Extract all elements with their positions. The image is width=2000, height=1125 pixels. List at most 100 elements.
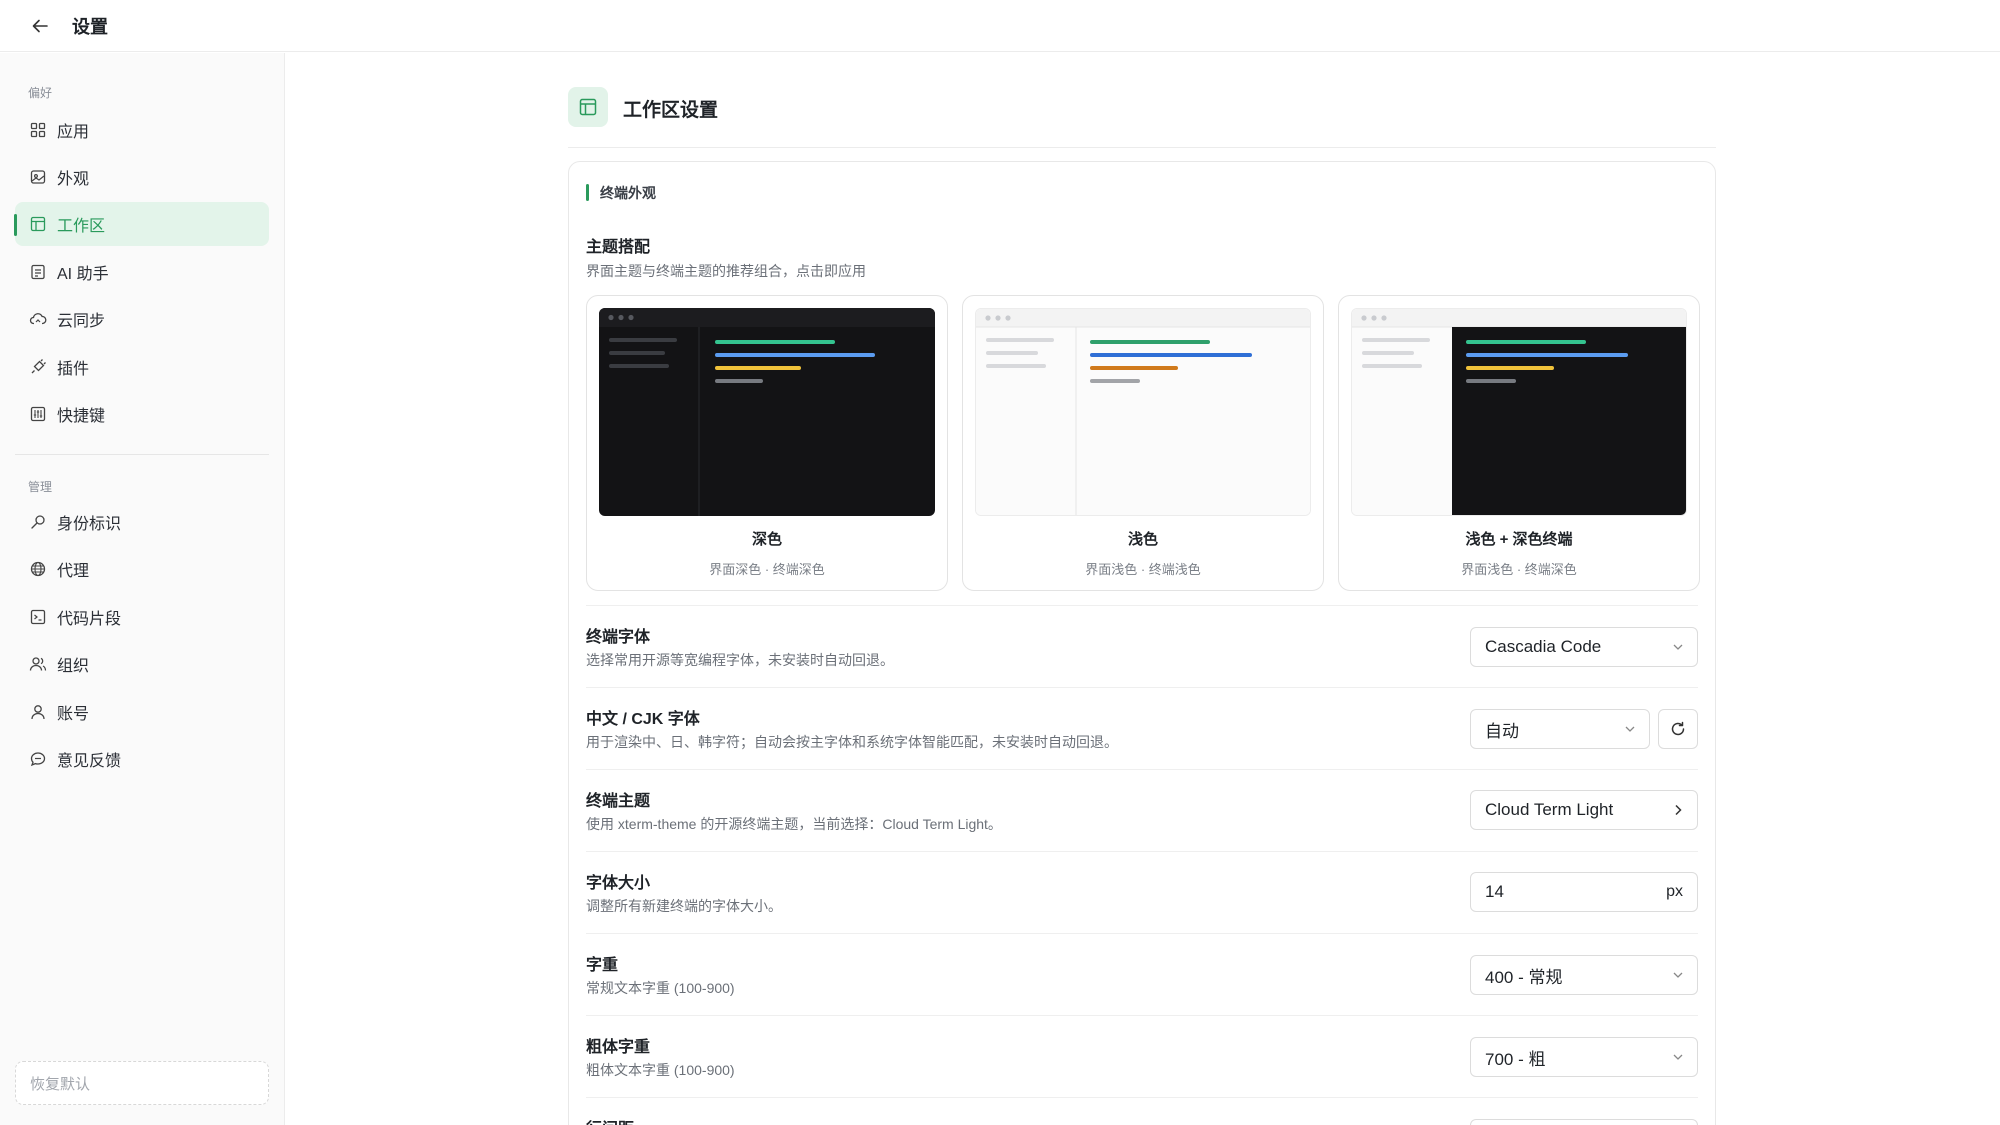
setting-description: 选择常用开源等宽编程字体，未安装时自动回退。 xyxy=(586,652,894,668)
workspace-icon xyxy=(568,87,608,127)
setting-description: 用于渲染中、日、韩字符；自动会按主字体和系统字体智能匹配，未安装时自动回退。 xyxy=(586,734,1118,750)
sidebar-item-label: 工作区 xyxy=(57,218,106,235)
sidebar-item-label: 云同步 xyxy=(57,313,106,330)
theme-name: 浅色 xyxy=(1127,531,1158,548)
setting-row-terminal-theme: 终端主题 使用 xterm-theme 的开源终端主题，当前选择：Cloud T… xyxy=(586,769,1698,851)
theme-preview-dark xyxy=(599,308,935,516)
terminal-icon xyxy=(29,608,47,626)
terminal-theme-picker[interactable]: Cloud Term Light xyxy=(1470,790,1698,830)
setting-description: 使用 xterm-theme 的开源终端主题，当前选择：Cloud Term L… xyxy=(586,816,1002,832)
sidebar-item-identity[interactable]: 身份标识 xyxy=(15,500,269,544)
chevron-right-icon xyxy=(1675,804,1682,816)
setting-row-font-size: 字体大小 调整所有新建终端的字体大小。 px xyxy=(586,851,1698,933)
setting-title: 终端主题 xyxy=(586,793,651,810)
theme-card-light[interactable]: 浅色 界面浅色 · 终端浅色 xyxy=(962,295,1324,591)
user-icon xyxy=(29,703,47,721)
sidebar-item-label: 代理 xyxy=(57,563,90,580)
keyboard-icon xyxy=(29,405,47,423)
sidebar-item-snippets[interactable]: 代码片段 xyxy=(15,595,269,639)
setting-title: 中文 / CJK 字体 xyxy=(586,711,700,728)
terminal-font-select[interactable]: Cascadia Code xyxy=(1470,627,1698,667)
picker-value: Cloud Term Light xyxy=(1485,800,1614,819)
setting-row-cjk-font: 中文 / CJK 字体 用于渲染中、日、韩字符；自动会按主字体和系统字体智能匹配… xyxy=(586,687,1698,769)
sidebar-item-appearance[interactable]: 外观 xyxy=(15,155,269,199)
setting-row-terminal-font: 终端字体 选择常用开源等宽编程字体，未安装时自动回退。 Cascadia Cod… xyxy=(586,605,1698,687)
setting-title: 终端字体 xyxy=(586,629,651,646)
setting-description: 常规文本字重 (100-900) xyxy=(586,980,735,996)
chevron-down-icon xyxy=(1673,644,1683,650)
theme-card-dark[interactable]: 深色 界面深色 · 终端深色 xyxy=(586,295,948,591)
bot-icon xyxy=(29,263,47,281)
setting-description: 调整所有新建终端的字体大小。 xyxy=(586,898,782,914)
back-button[interactable] xyxy=(28,14,52,38)
sidebar-item-workspace[interactable]: 工作区 xyxy=(15,202,269,246)
chevron-down-icon xyxy=(1673,1054,1683,1060)
sidebar-item-shortcuts[interactable]: 快捷键 xyxy=(15,392,269,436)
sidebar-item-plugins[interactable]: 插件 xyxy=(15,345,269,389)
sidebar-item-app[interactable]: 应用 xyxy=(15,108,269,152)
arrow-left-icon xyxy=(32,19,48,33)
bold-weight-select[interactable]: 700 - 粗 xyxy=(1470,1037,1698,1077)
sidebar-item-ai-assistant[interactable]: AI 助手 xyxy=(15,250,269,294)
layout-icon xyxy=(29,215,47,233)
sidebar-item-organization[interactable]: 组织 xyxy=(15,642,269,686)
theme-preview-light xyxy=(975,308,1311,516)
sidebar-item-label: AI 助手 xyxy=(57,266,109,283)
sidebar-item-label: 应用 xyxy=(57,124,90,141)
sidebar-item-label: 意见反馈 xyxy=(57,753,122,770)
setting-title: 粗体字重 xyxy=(586,1039,651,1056)
restore-defaults-button[interactable]: 恢复默认 xyxy=(15,1061,269,1105)
plug-icon xyxy=(29,358,47,376)
sidebar-divider xyxy=(15,454,269,455)
sidebar-item-label: 外观 xyxy=(57,171,90,188)
grid-icon xyxy=(29,121,47,139)
reset-cjk-font-button[interactable] xyxy=(1658,709,1698,749)
select-value: 700 - 粗 xyxy=(1485,1049,1546,1069)
sidebar-item-cloud-sync[interactable]: 云同步 xyxy=(15,297,269,341)
group-label-manage: 管理 xyxy=(28,480,53,494)
page-header-title: 设置 xyxy=(72,17,108,37)
message-icon xyxy=(29,750,47,768)
theme-subtitle: 界面浅色 · 终端浅色 xyxy=(1085,562,1201,577)
globe-icon xyxy=(29,560,47,578)
font-weight-select[interactable]: 400 - 常规 xyxy=(1470,955,1698,995)
users-icon xyxy=(29,655,47,673)
font-size-field[interactable]: px xyxy=(1470,872,1698,912)
sidebar-item-label: 快捷键 xyxy=(57,408,106,425)
line-height-control[interactable] xyxy=(1470,1119,1698,1125)
sidebar-item-label: 组织 xyxy=(57,658,90,675)
top-bar: 设置 xyxy=(0,0,2000,52)
unit-label: px xyxy=(1666,883,1683,900)
theme-combo-title: 主题搭配 xyxy=(586,239,651,256)
sidebar-item-label: 账号 xyxy=(57,706,90,723)
setting-row-line-height: 行间距 xyxy=(586,1097,1698,1125)
select-value: 400 - 常规 xyxy=(1485,967,1563,987)
sidebar-item-proxy[interactable]: 代理 xyxy=(15,547,269,591)
chevron-down-icon xyxy=(1673,972,1683,978)
section-accent-bar xyxy=(586,184,589,201)
select-value: Cascadia Code xyxy=(1485,637,1602,656)
cloud-sync-icon xyxy=(29,310,47,328)
setting-row-font-weight: 字重 常规文本字重 (100-900) 400 - 常规 xyxy=(586,933,1698,1015)
font-size-input[interactable] xyxy=(1485,882,1645,902)
section-title: 终端外观 xyxy=(600,185,656,201)
active-indicator xyxy=(14,214,17,236)
setting-title: 行间距 xyxy=(586,1115,634,1125)
theme-subtitle: 界面深色 · 终端深色 xyxy=(709,562,825,577)
page-title: 工作区设置 xyxy=(623,100,719,121)
theme-card-light-dark-terminal[interactable]: 浅色 + 深色终端 界面浅色 · 终端深色 xyxy=(1338,295,1700,591)
setting-title: 字重 xyxy=(586,957,619,974)
header-divider xyxy=(568,147,1716,148)
theme-name: 深色 xyxy=(751,531,782,548)
theme-name: 浅色 + 深色终端 xyxy=(1465,531,1573,548)
sidebar-item-account[interactable]: 账号 xyxy=(15,690,269,734)
setting-description: 粗体文本字重 (100-900) xyxy=(586,1062,735,1078)
setting-row-bold-weight: 粗体字重 粗体文本字重 (100-900) 700 - 粗 xyxy=(586,1015,1698,1097)
refresh-icon xyxy=(1671,721,1685,736)
theme-combo-description: 界面主题与终端主题的推荐组合，点击即应用 xyxy=(586,263,866,279)
setting-title: 字体大小 xyxy=(586,875,651,892)
select-value: 自动 xyxy=(1485,721,1519,741)
group-label-preferences: 偏好 xyxy=(28,86,53,100)
cjk-font-select[interactable]: 自动 xyxy=(1470,709,1650,749)
sidebar-item-feedback[interactable]: 意见反馈 xyxy=(15,737,269,781)
